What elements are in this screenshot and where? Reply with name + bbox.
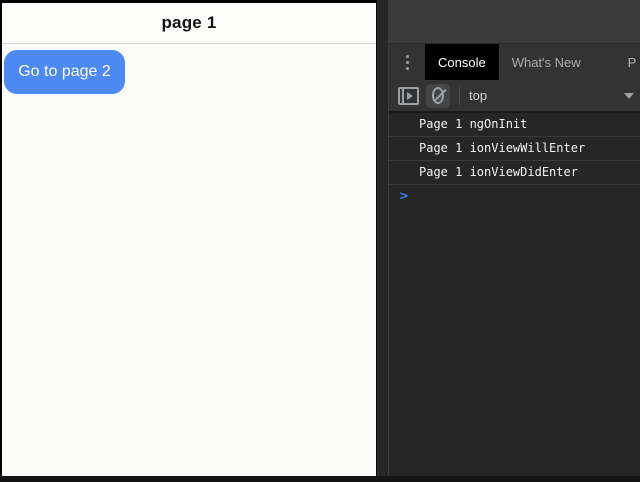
kebab-menu-icon[interactable] — [389, 44, 425, 80]
app-header: page 1 — [2, 3, 376, 44]
go-to-page-2-button[interactable]: Go to page 2 — [4, 50, 125, 94]
tab-console-label: Console — [438, 55, 486, 70]
tab-whats-new-label: What's New — [512, 55, 581, 70]
clear-console-button[interactable] — [426, 84, 450, 108]
screen: page 1 Go to page 2 Console What's New P — [0, 0, 640, 482]
tab-truncated-label: P — [628, 55, 637, 70]
console-input-row[interactable]: > — [389, 185, 640, 208]
tab-console[interactable]: Console — [425, 44, 499, 80]
chevron-down-icon[interactable] — [624, 93, 634, 99]
clear-console-icon — [432, 87, 444, 104]
console-prompt-icon: > — [400, 189, 409, 204]
devtools-resize-gutter[interactable] — [376, 0, 389, 476]
devtools-panel: Console What's New P top Page 1 ngOnInit… — [389, 0, 640, 476]
console-messages[interactable]: Page 1 ngOnInit Page 1 ionViewWillEnter … — [389, 113, 640, 476]
console-sidebar-icon[interactable] — [398, 87, 419, 105]
tab-whats-new[interactable]: What's New — [499, 44, 594, 80]
context-selector[interactable]: top — [469, 88, 487, 103]
console-message: Page 1 ionViewWillEnter — [389, 137, 640, 161]
console-message: Page 1 ionViewDidEnter — [389, 161, 640, 185]
devtools-top-spacer — [389, 0, 640, 44]
tab-truncated[interactable]: P — [628, 44, 637, 80]
app-viewport: page 1 Go to page 2 — [2, 3, 376, 477]
console-toolbar: top — [389, 80, 640, 113]
devtools-tab-bar: Console What's New P — [389, 44, 640, 80]
toolbar-divider — [459, 87, 460, 105]
console-message: Page 1 ngOnInit — [389, 113, 640, 137]
page-title: page 1 — [161, 13, 216, 33]
window-bottom-edge — [0, 476, 640, 482]
